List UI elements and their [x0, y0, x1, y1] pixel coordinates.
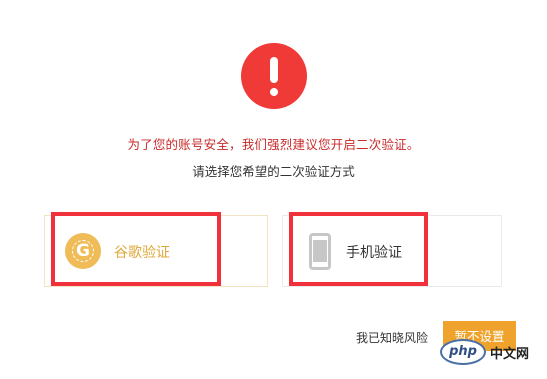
- exclamation-circle-icon: [241, 43, 307, 109]
- watermark-text: 中文网: [490, 347, 530, 362]
- google-authenticator-icon: G: [65, 233, 101, 269]
- choose-method-text: 请选择您希望的二次验证方式: [192, 164, 355, 179]
- phone-verification-label: 手机验证: [346, 245, 402, 261]
- google-verification-label: 谷歌验证: [114, 245, 170, 261]
- site-watermark: php 中文网: [440, 337, 547, 379]
- mobile-phone-icon: [309, 233, 331, 270]
- php-logo: php: [440, 339, 486, 365]
- security-warning-text: 为了您的账号安全，我们强烈建议您开启二次验证。: [127, 137, 420, 152]
- acknowledge-risk-link[interactable]: 我已知晓风险: [356, 329, 428, 346]
